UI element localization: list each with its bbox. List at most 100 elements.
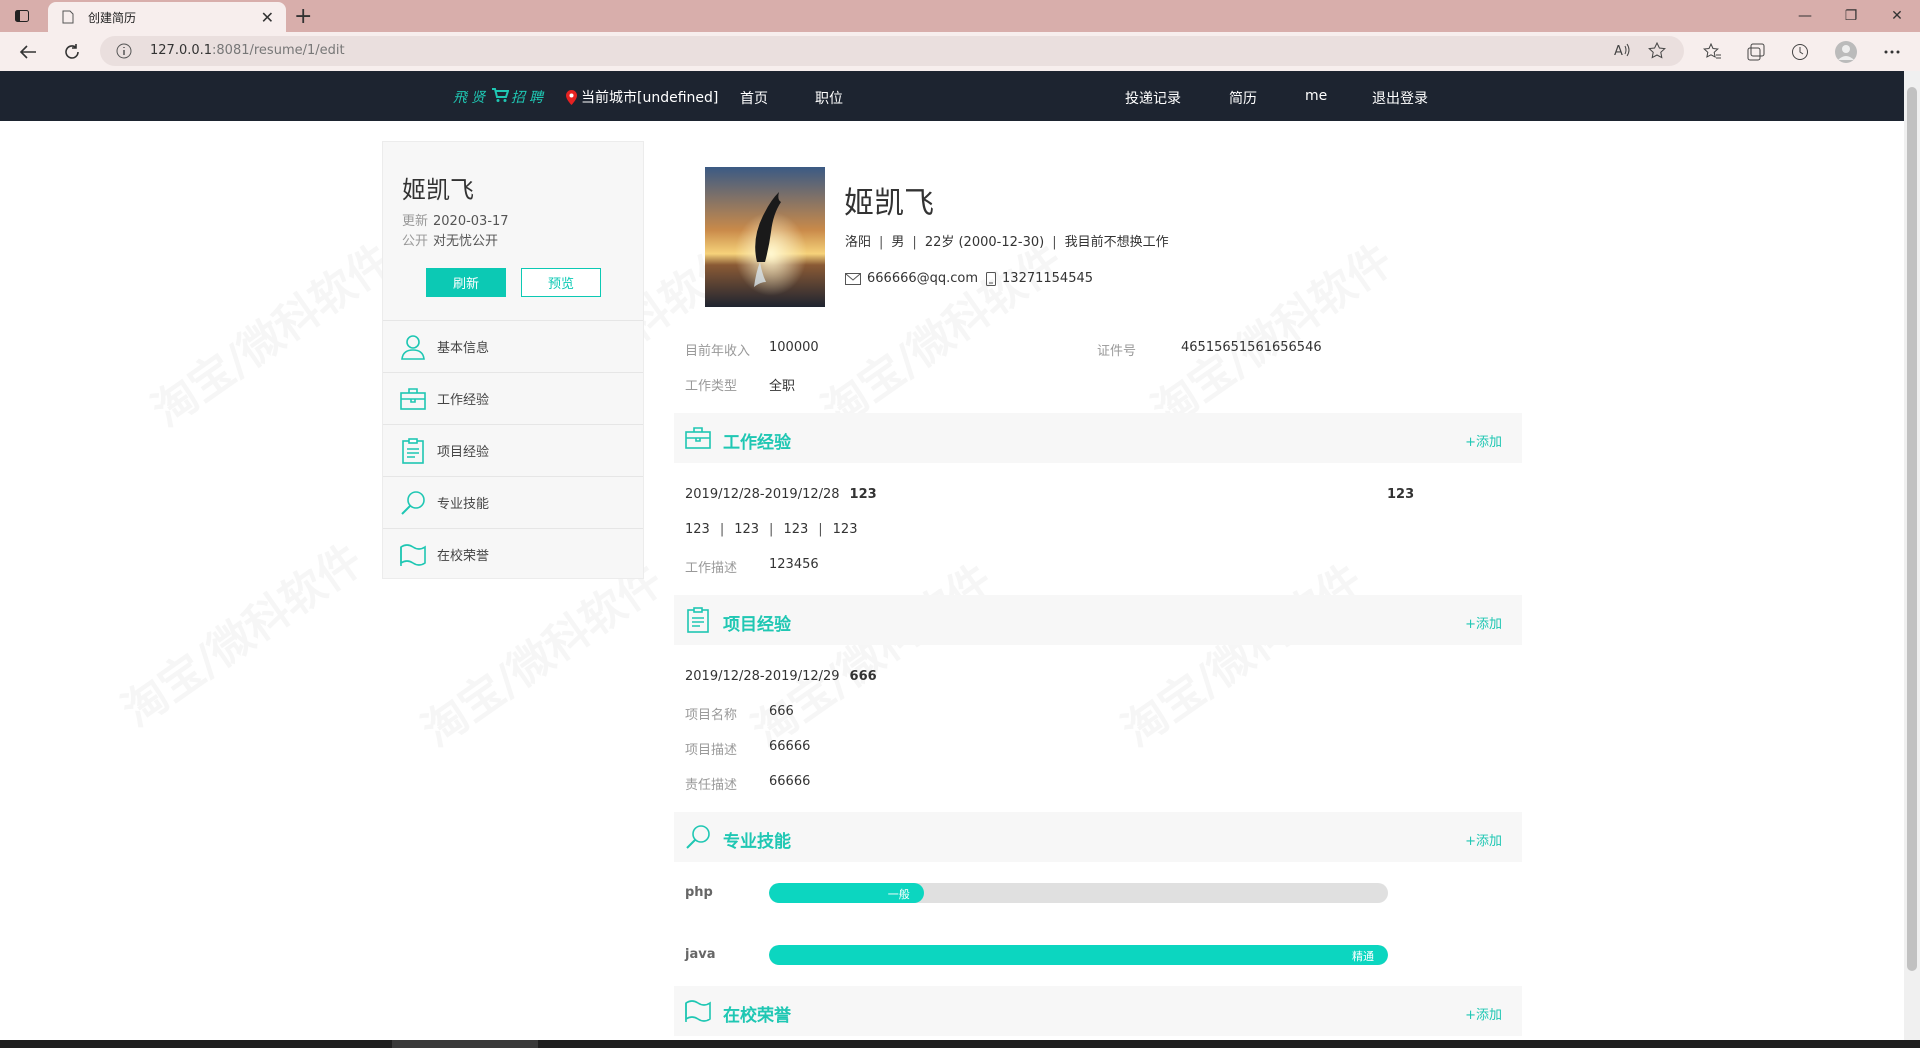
- current-city[interactable]: 当前城市[undefined]: [566, 87, 718, 107]
- sidebar-item-label: 项目经验: [437, 445, 490, 460]
- sidebar-item-work-experience[interactable]: 工作经验: [383, 372, 643, 424]
- skill-name: java: [685, 947, 716, 962]
- sidebar-item-label: 工作经验: [437, 393, 490, 408]
- site-logo[interactable]: 飛贤 招聘: [453, 87, 547, 107]
- restore-icon[interactable]: ❐: [1828, 0, 1874, 32]
- os-taskbar: [0, 1040, 1920, 1048]
- nav-jobs[interactable]: 职位: [815, 88, 843, 108]
- refresh-button[interactable]: 刷新: [426, 268, 506, 297]
- watermark: 淘宝/微科软件: [1113, 554, 1372, 757]
- skill-level: 精通: [1352, 950, 1374, 963]
- add-work-button[interactable]: +添加: [1465, 431, 1502, 450]
- logo-text-2: 招聘: [511, 90, 547, 106]
- nav-resume[interactable]: 简历: [1229, 88, 1257, 108]
- profile-city: 洛阳: [845, 235, 872, 250]
- sidebar-name: 姬凯飞: [402, 176, 474, 204]
- honors-header: 在校荣誉 +添加: [674, 986, 1522, 1036]
- new-tab-button[interactable]: +: [294, 4, 312, 29]
- section-title: 项目经验: [723, 615, 791, 635]
- sidebar-item-basic-info[interactable]: 基本信息: [383, 320, 643, 372]
- search-icon: [399, 489, 427, 517]
- nav-logout[interactable]: 退出登录: [1372, 88, 1428, 108]
- nav-delivery-records[interactable]: 投递记录: [1125, 88, 1181, 108]
- profile-avatar-icon[interactable]: [1834, 40, 1858, 64]
- work-position: 123: [1387, 487, 1415, 502]
- scrollbar-thumb[interactable]: [1907, 87, 1917, 971]
- profile-age: 22岁 (2000-12-30): [924, 235, 1045, 250]
- favorites-icon[interactable]: [1700, 40, 1724, 64]
- nav-me[interactable]: me: [1305, 88, 1327, 104]
- window-close-icon[interactable]: ✕: [1874, 0, 1920, 32]
- skill-name: php: [685, 885, 713, 900]
- logo-text: 飛贤: [453, 90, 489, 106]
- avatar[interactable]: [705, 167, 825, 307]
- clipboard-icon: [399, 437, 427, 465]
- income-row: 目前年收入 100000: [685, 340, 819, 359]
- page-icon: [62, 9, 76, 25]
- page-scrollbar[interactable]: [1904, 71, 1920, 1041]
- section-title: 工作经验: [723, 433, 791, 453]
- skill-progress-track[interactable]: 一般: [769, 883, 1388, 903]
- sidebar-item-skills[interactable]: 专业技能: [383, 476, 643, 528]
- location-pin-icon: [566, 89, 577, 105]
- browser-tab[interactable]: 创建简历 ✕: [48, 2, 286, 32]
- project-name-row: 项目名称 666: [685, 704, 794, 723]
- sidebar-item-label: 在校荣誉: [437, 549, 490, 564]
- collections-icon[interactable]: [1744, 40, 1768, 64]
- profile-contact-line: 666666@qq.com 13271154545: [845, 271, 1093, 286]
- site-navbar: 飛贤 招聘 当前城市[undefined] 首页 职位 投递记录 简历 me 退…: [0, 71, 1904, 121]
- project-period-name[interactable]: 2019/12/28-2019/12/29 666: [685, 669, 877, 684]
- close-tab-icon[interactable]: ✕: [261, 8, 274, 27]
- taskbar-active-app[interactable]: [392, 1040, 538, 1048]
- browser-toolbar: 127.0.0.1:8081/resume/1/edit A: [0, 32, 1920, 71]
- preview-button[interactable]: 预览: [521, 268, 601, 297]
- add-project-button[interactable]: +添加: [1465, 613, 1502, 632]
- tab-actions-icon[interactable]: [10, 6, 34, 26]
- updated-date: 更新 2020-03-17: [402, 214, 509, 229]
- city-label: 当前城市[undefined]: [581, 90, 719, 106]
- watermark: 淘宝/微科软件: [1143, 234, 1402, 437]
- read-aloud-icon[interactable]: A: [1614, 42, 1632, 62]
- phone-icon: [986, 271, 997, 286]
- id-number-row: 证件号 46515651561656546: [1097, 340, 1322, 359]
- skill-progress-track[interactable]: 精通: [769, 945, 1388, 965]
- briefcase-icon: [399, 385, 427, 413]
- project-description-row: 项目描述 66666: [685, 739, 811, 758]
- user-icon: [399, 333, 427, 361]
- reload-icon[interactable]: [60, 40, 84, 64]
- email-icon: [845, 272, 861, 285]
- section-title: 专业技能: [723, 832, 791, 852]
- svg-text:A: A: [1614, 44, 1623, 58]
- briefcase-icon: [684, 424, 712, 452]
- skill-progress-fill: 精通: [769, 945, 1388, 965]
- sidebar-item-honors[interactable]: 在校荣誉: [383, 528, 643, 580]
- profile-job-status: 我目前不想换工作: [1064, 235, 1169, 250]
- minimize-icon[interactable]: —: [1782, 0, 1828, 32]
- cart-icon: [491, 87, 510, 107]
- clipboard-icon: [684, 606, 712, 634]
- profile-email: 666666@qq.com: [867, 271, 979, 286]
- history-icon[interactable]: [1788, 40, 1812, 64]
- profile-name: 姬凯飞: [844, 186, 934, 221]
- work-details-line: 123 | 123 | 123 | 123: [685, 522, 858, 537]
- profile-gender: 男: [891, 235, 905, 250]
- sidebar-item-project-experience[interactable]: 项目经验: [383, 424, 643, 476]
- address-bar[interactable]: 127.0.0.1:8081/resume/1/edit A: [100, 36, 1684, 66]
- flag-icon: [399, 541, 427, 569]
- add-skill-button[interactable]: +添加: [1465, 830, 1502, 849]
- browser-tab-strip: 创建简历 ✕ + — ❐ ✕: [0, 0, 1920, 32]
- job-type-row: 工作类型 全职: [685, 379, 796, 394]
- more-menu-icon[interactable]: [1880, 40, 1904, 64]
- work-experience-header: 工作经验 +添加: [674, 413, 1522, 463]
- back-icon[interactable]: [16, 40, 40, 64]
- profile-phone: 13271154545: [1002, 271, 1094, 286]
- add-favorite-icon[interactable]: [1648, 41, 1666, 64]
- url-text: 127.0.0.1:8081/resume/1/edit: [150, 43, 345, 58]
- add-honor-button[interactable]: +添加: [1465, 1004, 1502, 1023]
- project-duty-row: 责任描述 66666: [685, 774, 811, 793]
- site-info-icon[interactable]: [116, 43, 132, 63]
- nav-home[interactable]: 首页: [740, 88, 768, 108]
- work-period-company[interactable]: 2019/12/28-2019/12/28 123: [685, 487, 877, 502]
- tab-title: 创建简历: [88, 10, 137, 25]
- section-title: 在校荣誉: [723, 1006, 791, 1026]
